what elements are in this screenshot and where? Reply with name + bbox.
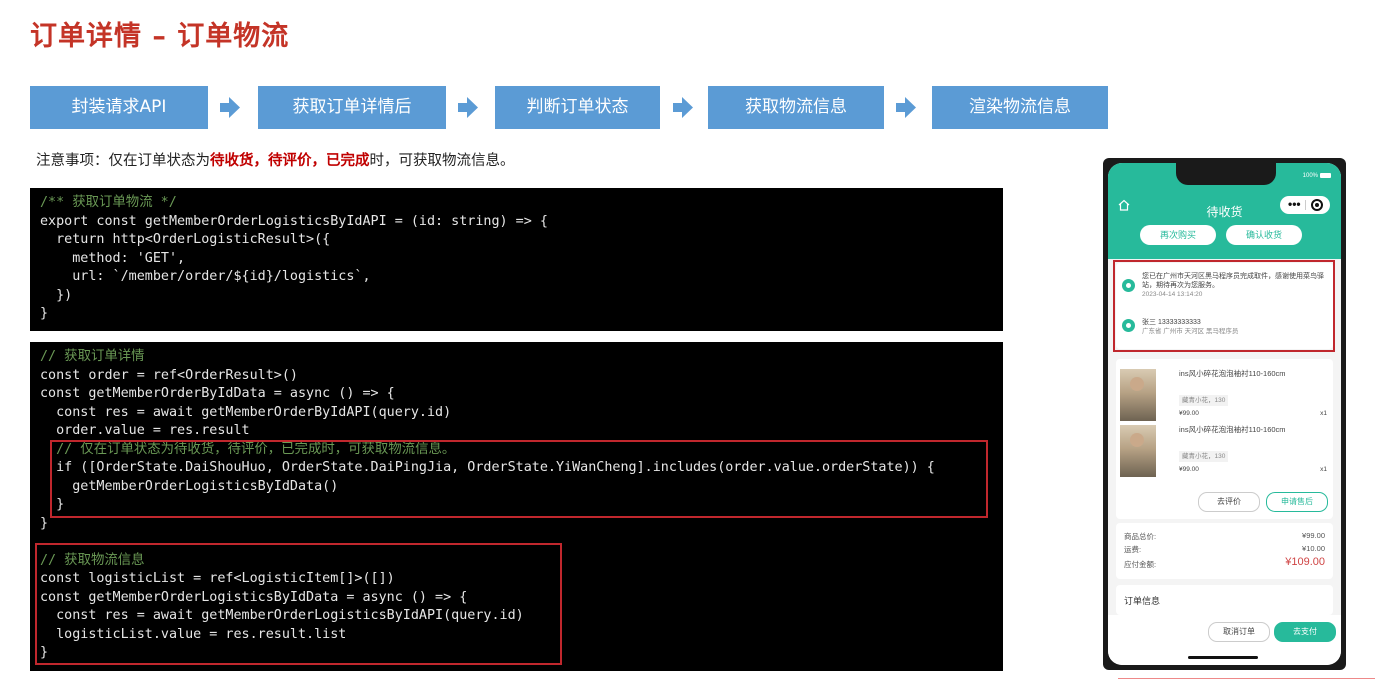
cancel-order-button[interactable]: 取消订单: [1208, 622, 1270, 642]
code-block-api: /** 获取订单物流 */ export const getMemberOrde…: [30, 188, 1003, 331]
product-spec: 藏青小花，130: [1179, 395, 1229, 406]
highlight-box-phone: [1113, 260, 1335, 352]
arrow-right-icon: [220, 97, 240, 118]
flow-step-5: 渲染物流信息: [932, 86, 1108, 129]
more-icon[interactable]: •••: [1288, 197, 1301, 211]
highlight-box-logistics: [35, 543, 562, 665]
code-line: url: `/member/order/${id}/logistics`,: [40, 269, 371, 284]
freight-value: ¥10.00: [1302, 544, 1325, 553]
order-info-card: 订单信息: [1116, 585, 1333, 615]
payable-value: ¥109.00: [1285, 556, 1325, 568]
battery-text: 100%: [1302, 173, 1318, 180]
flow-step-2: 获取订单详情后: [258, 86, 446, 129]
product-name[interactable]: ins风小碎花泡泡袖衬110-160cm: [1179, 369, 1286, 378]
product-image[interactable]: [1120, 425, 1156, 477]
flow-step-3: 判断订单状态: [495, 86, 660, 129]
battery-icon: [1320, 173, 1331, 178]
code-line: method: 'GET',: [40, 250, 186, 266]
phone-mockup: 100% 待收货 ••• 再次购买 确认收货 您已在广州市天河区黑马程序员完成取…: [1103, 158, 1346, 670]
product-qty: x1: [1320, 410, 1327, 417]
code-line: const order = ref<OrderResult>(): [40, 367, 298, 383]
flow-step-1: 封装请求API: [30, 86, 208, 129]
product-list-card: ins风小碎花泡泡袖衬110-160cm 藏青小花，130 ¥99.00 x1 …: [1116, 359, 1333, 519]
battery-indicator: 100%: [1303, 173, 1331, 179]
page-title: 订单详情 – 订单物流: [30, 21, 290, 52]
note-text: 注意事项：仅在订单状态为待收货，待评价，已完成时，可获取物流信息。: [36, 149, 515, 170]
code-line: order.value = res.result: [40, 423, 250, 438]
after-sale-button[interactable]: 申请售后: [1266, 492, 1328, 512]
code-line: export const getMemberOrderLogisticsById…: [40, 213, 548, 229]
price-summary-card: 商品总价: ¥99.00 运费: ¥10.00 应付金额: ¥109.00: [1116, 523, 1333, 579]
code-line: }: [40, 306, 49, 321]
product-name[interactable]: ins风小碎花泡泡袖衬110-160cm: [1179, 425, 1286, 434]
code-line: /** 获取订单物流 */: [40, 195, 177, 210]
product-spec: 藏青小花，130: [1179, 451, 1229, 462]
confirm-receipt-button[interactable]: 确认收货: [1226, 225, 1302, 245]
product-price: ¥99.00: [1179, 466, 1199, 473]
code-line: // 获取订单详情: [40, 349, 145, 364]
review-button[interactable]: 去评价: [1198, 492, 1260, 512]
product-image[interactable]: [1120, 369, 1156, 421]
freight-label: 运费:: [1124, 545, 1142, 554]
arrow-right-icon: [896, 97, 916, 118]
code-line: const res = await getMemberOrderByIdAPI(…: [40, 404, 452, 420]
phone-notch: [1176, 163, 1276, 185]
arrow-right-icon: [458, 97, 478, 118]
pay-button[interactable]: 去支付: [1274, 622, 1336, 642]
goods-total-value: ¥99.00: [1302, 531, 1325, 540]
rebuy-button[interactable]: 再次购买: [1140, 225, 1216, 245]
goods-total-label: 商品总价:: [1124, 532, 1157, 541]
order-info-title: 订单信息: [1124, 596, 1161, 606]
flow-step-4: 获取物流信息: [708, 86, 884, 129]
product-price: ¥99.00: [1179, 410, 1199, 417]
note-prefix: 注意事项：仅在订单状态为: [36, 153, 210, 169]
code-line: const getMemberOrderByIdData = async () …: [40, 386, 395, 401]
arrow-right-icon: [673, 97, 693, 118]
miniprogram-capsule[interactable]: •••: [1280, 196, 1330, 214]
note-highlight: 待收货，待评价，已完成: [210, 153, 370, 169]
note-suffix: 时，可获取物流信息。: [369, 153, 515, 169]
phone-screen: 100% 待收货 ••• 再次购买 确认收货 您已在广州市天河区黑马程序员完成取…: [1108, 163, 1341, 665]
product-qty: x1: [1320, 466, 1327, 473]
code-line: return http<OrderLogisticResult>({: [40, 232, 331, 247]
payable-label: 应付金额:: [1124, 560, 1157, 569]
decorative-line: [1118, 678, 1375, 679]
code-line: }): [40, 287, 73, 303]
home-indicator: [1188, 656, 1258, 659]
close-miniprogram-icon[interactable]: [1311, 199, 1323, 211]
capsule-divider: [1305, 200, 1306, 210]
highlight-box-condition: [50, 440, 988, 518]
